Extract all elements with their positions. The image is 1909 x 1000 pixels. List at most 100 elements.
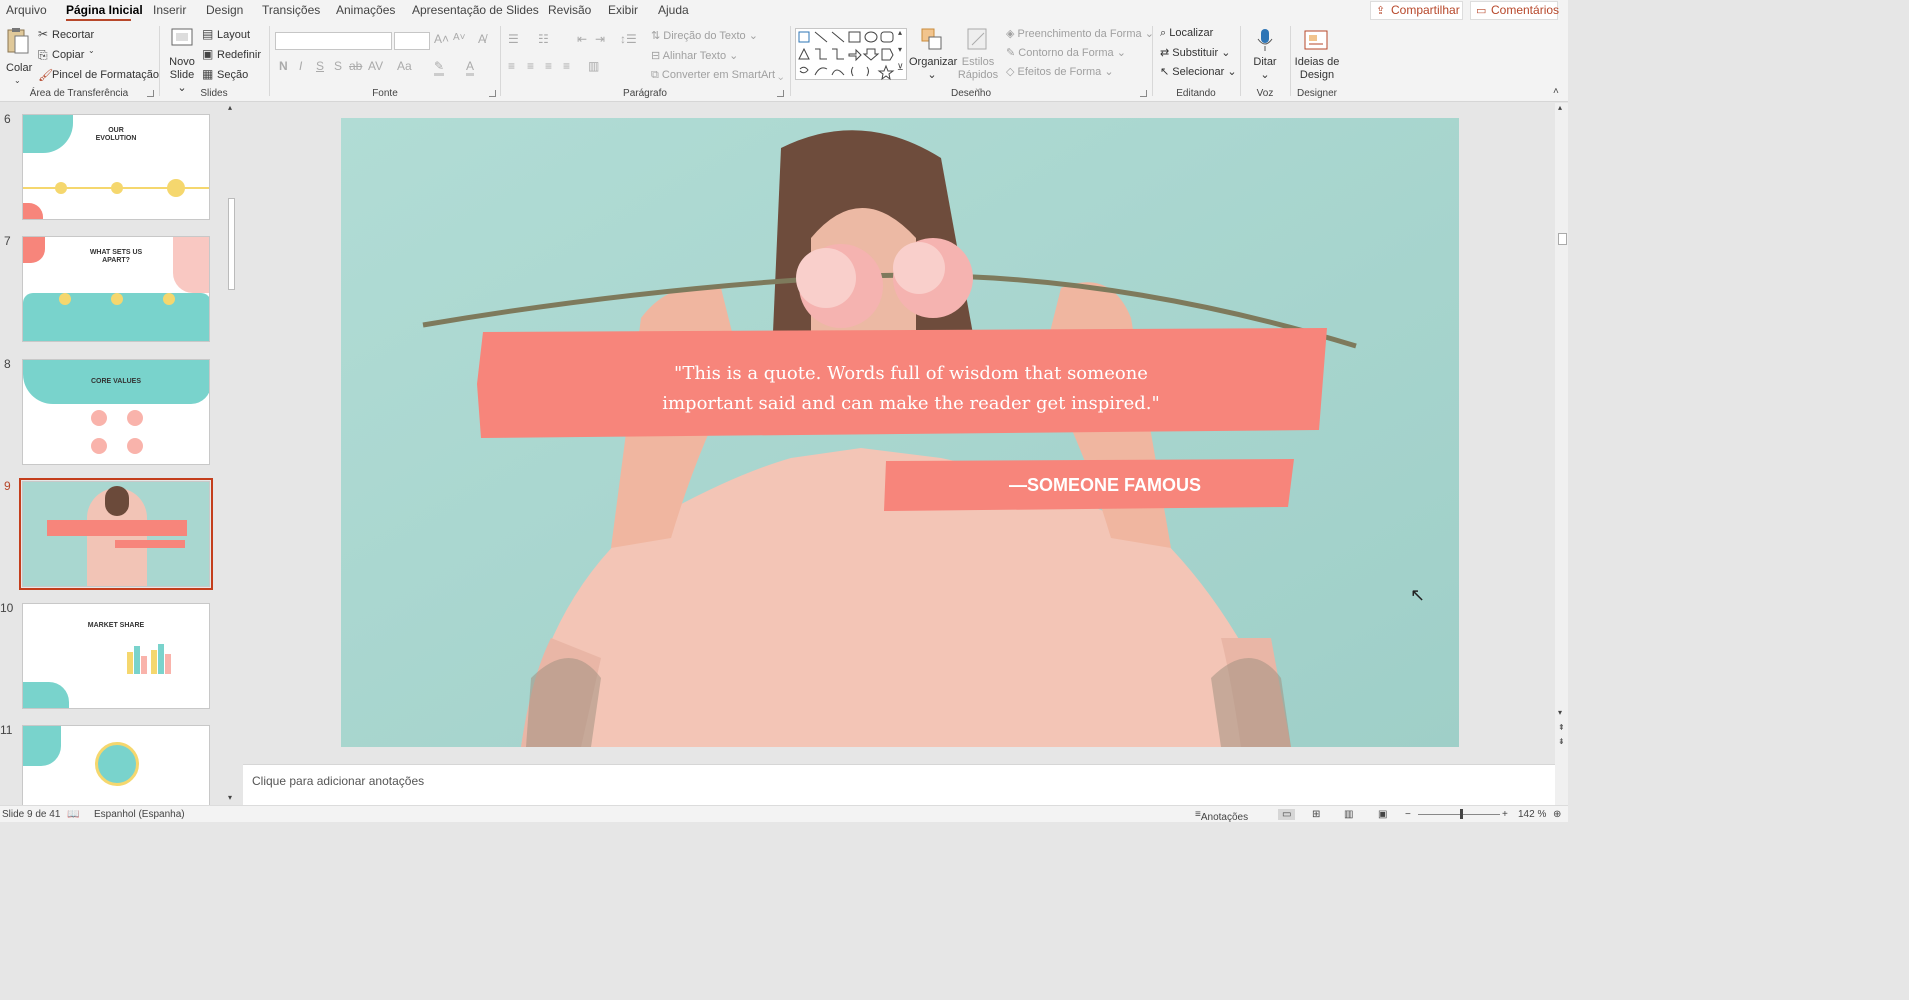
align-right-icon[interactable]: ≡ xyxy=(545,59,552,73)
italic-icon[interactable]: I xyxy=(299,59,302,73)
numbering-icon[interactable]: ☷ xyxy=(538,32,549,46)
char-spacing-icon[interactable]: AV xyxy=(368,59,383,73)
scrollbar-thumb[interactable] xyxy=(1558,233,1567,245)
slide-scrollbar[interactable]: ▴ ▾ ⇞ ⇟ xyxy=(1555,103,1568,805)
justify-icon[interactable]: ≡ xyxy=(563,59,570,73)
cut-button[interactable]: Recortar xyxy=(52,29,94,41)
text-direction-button[interactable]: ⇅ Direção do Texto ⌄ xyxy=(651,29,758,42)
collapse-ribbon-icon[interactable]: ˄ xyxy=(1553,86,1559,97)
bold-icon[interactable]: N xyxy=(279,59,288,73)
slide-thumbnail-11[interactable] xyxy=(22,725,210,805)
zoom-in-icon[interactable]: + xyxy=(1502,809,1508,820)
shape-outline-button[interactable]: ✎ Contorno da Forma ⌄ xyxy=(1006,46,1126,59)
spelling-check-icon[interactable]: 📖 xyxy=(67,809,79,820)
increase-font-icon[interactable]: A˄ xyxy=(434,32,449,46)
scroll-down-icon[interactable]: ▾ xyxy=(1558,708,1562,717)
shadow-icon[interactable]: S xyxy=(334,59,342,73)
tab-apresentacao[interactable]: Apresentação de Slides xyxy=(412,3,539,17)
chevron-down-icon[interactable]: ⌄ xyxy=(88,46,95,55)
notes-pane[interactable]: Clique para adicionar anotações xyxy=(243,764,1555,805)
decrease-font-icon[interactable]: A˅ xyxy=(453,32,466,43)
reset-button[interactable]: Redefinir xyxy=(217,49,261,61)
drawing-launcher[interactable] xyxy=(1140,90,1147,97)
reading-view-icon[interactable]: ▥ xyxy=(1344,809,1353,820)
shape-effects-button[interactable]: ◇ Efeitos de Forma ⌄ xyxy=(1006,65,1114,78)
tab-pagina-inicial[interactable]: Página Inicial xyxy=(66,3,143,17)
scrollbar-thumb[interactable] xyxy=(228,198,235,290)
underline-icon[interactable]: S xyxy=(316,59,324,73)
shapes-gallery[interactable] xyxy=(795,28,907,81)
clipboard-launcher[interactable] xyxy=(147,90,154,97)
align-text-button[interactable]: ⊟ Alinhar Texto ⌄ xyxy=(651,49,738,62)
tab-animacoes[interactable]: Animações xyxy=(336,3,395,17)
slide-thumbnail-10[interactable]: MARKET SHARE xyxy=(22,603,210,709)
dictate-button[interactable]: Ditar ⌄ xyxy=(1245,56,1285,82)
find-button[interactable]: ⌕ Localizar xyxy=(1160,27,1213,40)
tab-transicoes[interactable]: Transições xyxy=(262,3,320,17)
change-case-icon[interactable]: Aa xyxy=(397,59,412,73)
zoom-slider[interactable] xyxy=(1418,814,1500,815)
tab-ajuda[interactable]: Ajuda xyxy=(658,3,689,17)
font-name-combo[interactable] xyxy=(275,32,392,50)
font-color-icon[interactable]: A xyxy=(466,59,475,76)
align-center-icon[interactable]: ≡ xyxy=(527,59,534,73)
font-size-combo[interactable] xyxy=(394,32,430,50)
slide-thumbnail-9[interactable] xyxy=(19,478,213,590)
select-button[interactable]: ↖ Selecionar ⌄ xyxy=(1160,65,1237,78)
highlight-icon[interactable]: ✎ xyxy=(434,59,445,76)
language-indicator[interactable]: Espanhol (Espanha) xyxy=(94,809,185,820)
smartart-button[interactable]: ⧉ Converter em SmartArt ⌄ xyxy=(651,69,783,82)
more-shapes-icon[interactable]: ⊻ xyxy=(897,62,904,73)
zoom-out-icon[interactable]: − xyxy=(1405,809,1411,820)
tab-exibir[interactable]: Exibir xyxy=(608,3,638,17)
slideshow-icon[interactable]: ▣ xyxy=(1378,809,1387,820)
scroll-down-icon[interactable]: ▾ xyxy=(898,45,902,54)
align-left-icon[interactable]: ≡ xyxy=(508,59,515,73)
clear-format-icon[interactable]: A̸ xyxy=(478,32,486,46)
scroll-down-icon[interactable]: ▾ xyxy=(228,793,232,802)
tab-design[interactable]: Design xyxy=(206,3,243,17)
normal-view-icon[interactable]: ▭ xyxy=(1278,809,1296,820)
scroll-up-icon[interactable]: ▴ xyxy=(1558,103,1562,112)
zoom-slider-thumb[interactable] xyxy=(1460,809,1463,819)
chevron-down-icon[interactable]: ⌄ xyxy=(14,76,21,85)
slide-thumbnail-6[interactable]: OUR EVOLUTION xyxy=(22,114,210,220)
line-spacing-icon[interactable]: ↕☰ xyxy=(620,32,637,46)
previous-slide-icon[interactable]: ⇞ xyxy=(1558,723,1565,732)
copy-button[interactable]: Copiar xyxy=(52,49,84,61)
notes-toggle-button[interactable]: ≡ Anotações xyxy=(1195,809,1248,823)
paste-button[interactable]: Colar xyxy=(6,62,32,75)
format-painter-button[interactable]: Pincel de Formatação xyxy=(52,69,159,81)
scroll-up-icon[interactable]: ▴ xyxy=(228,103,232,112)
layout-button[interactable]: Layout xyxy=(217,29,250,41)
zoom-level[interactable]: 142 % xyxy=(1518,809,1546,820)
fit-slide-icon[interactable]: ⊕ xyxy=(1553,809,1561,820)
decrease-indent-icon[interactable]: ⇤ xyxy=(577,32,587,46)
bullets-icon[interactable]: ☰ xyxy=(508,32,519,46)
arrange-button[interactable]: Organizar ⌄ xyxy=(909,56,957,82)
font-launcher[interactable] xyxy=(489,90,496,97)
author-text[interactable]: —SOMEONE FAMOUS xyxy=(880,475,1330,496)
tab-inserir[interactable]: Inserir xyxy=(153,3,186,17)
strikethrough-icon[interactable]: ab xyxy=(349,59,362,73)
share-button[interactable]: ⇪ Compartilhar xyxy=(1370,1,1463,20)
quote-text[interactable]: "This is a quote. Words full of wisdom t… xyxy=(541,359,1281,419)
columns-icon[interactable]: ▥ xyxy=(588,59,599,73)
slide-sorter-icon[interactable]: ⊞ xyxy=(1312,809,1320,820)
shape-fill-button[interactable]: ◈ Preenchimento da Forma ⌄ xyxy=(1006,27,1154,40)
slide-thumbnail-7[interactable]: WHAT SETS US APART? xyxy=(22,236,210,342)
comments-button[interactable]: ▭ Comentários xyxy=(1470,1,1559,20)
current-slide[interactable]: "This is a quote. Words full of wisdom t… xyxy=(341,118,1459,747)
tab-revisao[interactable]: Revisão xyxy=(548,3,591,17)
design-ideas-button[interactable]: Ideias de Design xyxy=(1292,56,1342,82)
replace-button[interactable]: ⇄ Substituir ⌄ xyxy=(1160,46,1230,59)
slide-thumbnail-8[interactable]: CORE VALUES xyxy=(22,359,210,465)
next-slide-icon[interactable]: ⇟ xyxy=(1558,737,1565,746)
scroll-up-icon[interactable]: ▴ xyxy=(898,28,902,37)
increase-indent-icon[interactable]: ⇥ xyxy=(595,32,605,46)
thumbnail-scrollbar[interactable]: ▴ ▾ xyxy=(226,103,237,805)
tab-arquivo[interactable]: Arquivo xyxy=(6,3,47,17)
paragraph-launcher[interactable] xyxy=(777,90,784,97)
section-button[interactable]: Seção xyxy=(217,69,248,81)
slide-thumbnail-panel: 6 OUR EVOLUTION 7 WHAT SETS US APART? 8 … xyxy=(0,103,241,805)
